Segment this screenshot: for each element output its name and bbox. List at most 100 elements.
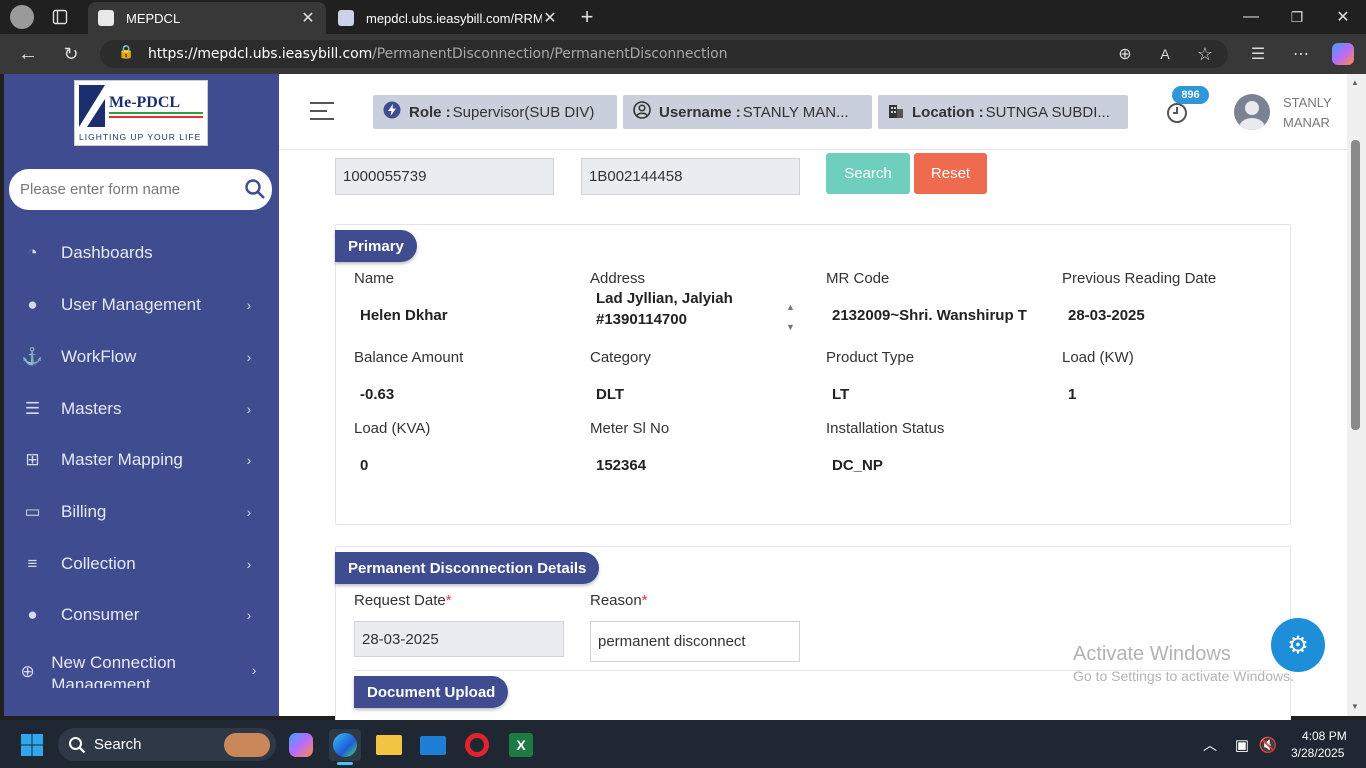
file-explorer-icon[interactable] — [373, 729, 405, 761]
favorite-star-icon[interactable]: ☆ — [1190, 39, 1220, 69]
reason-input[interactable]: permanent disconnect — [590, 621, 800, 662]
avatar[interactable] — [1234, 94, 1270, 130]
meter-number-field[interactable]: 1B002144458 — [581, 158, 800, 195]
sidebar-item-new-connection-management[interactable]: ⊕ New Connection Management › — [4, 652, 279, 688]
opera-icon[interactable] — [461, 729, 493, 761]
lock-icon[interactable]: 🔒 — [118, 45, 134, 60]
sidebar-item-masters[interactable]: ☰ Masters › — [4, 383, 279, 435]
chevron-right-icon: › — [246, 349, 252, 365]
tab-rrmaster[interactable]: mepdcl.ubs.ieasybill.com/RRMaste ✕ — [328, 2, 568, 34]
search-icon[interactable] — [245, 179, 265, 203]
settings-fab[interactable]: ⚙ — [1271, 618, 1325, 672]
tab-mepdcl[interactable]: MEPDCL ✕ — [88, 2, 326, 34]
address-value-line2: #1390114700 — [596, 311, 687, 328]
back-icon[interactable]: ← — [13, 39, 43, 69]
sidebar-item-master-mapping[interactable]: ⊞ Master Mapping › — [4, 434, 279, 486]
user-icon: ● — [27, 605, 38, 624]
location-label: Location : — [912, 103, 984, 121]
sidebar-item-collection[interactable]: ≡ Collection › — [4, 538, 279, 590]
request-date-label: Request Date* — [354, 592, 452, 609]
sidebar-item-consumer[interactable]: ● Consumer › — [4, 589, 279, 641]
clock-time[interactable]: 4:08 PM — [1302, 729, 1347, 743]
close-tab-icon[interactable]: ✕ — [542, 8, 558, 28]
load-kw-label: Load (KW) — [1062, 349, 1134, 366]
sitemap-icon: ⊞ — [25, 450, 40, 469]
read-aloud-icon[interactable]: A — [1150, 39, 1180, 69]
notification-clock-icon[interactable] — [1166, 102, 1188, 129]
zoom-icon[interactable]: ⊕ — [1110, 39, 1140, 69]
url-field[interactable]: 🔒 https://mepdcl.ubs.ieasybill.com/Perma… — [100, 40, 1228, 68]
close-tab-icon[interactable]: ✕ — [300, 8, 316, 28]
clock-date[interactable]: 3/28/2025 — [1291, 746, 1344, 760]
tab-actions-icon[interactable] — [45, 2, 75, 32]
minimize-icon[interactable]: — — [1236, 2, 1266, 32]
restore-icon[interactable]: ❐ — [1282, 2, 1312, 32]
favorites-icon[interactable]: ☰ — [1243, 39, 1273, 69]
consumer-number-field[interactable]: 1000055739 — [335, 158, 554, 195]
copilot-taskbar-icon[interactable] — [285, 729, 317, 761]
mepdcl-favicon-icon — [98, 10, 114, 26]
scrollbar-thumb[interactable] — [1351, 140, 1360, 430]
hamburger-menu-icon[interactable] — [310, 102, 334, 120]
load-kva-label: Load (KVA) — [354, 420, 431, 437]
taskbar-search-label: Search — [94, 736, 142, 753]
required-mark: * — [445, 592, 452, 609]
sidebar-item-user-management[interactable]: ● User Management › — [4, 279, 279, 331]
sidebar-item-billing[interactable]: ▭ Billing › — [4, 486, 279, 538]
excel-icon[interactable]: X — [505, 729, 537, 761]
notification-count-badge: 896 — [1172, 86, 1209, 104]
close-window-icon[interactable]: ✕ — [1328, 2, 1358, 32]
tab-title: mepdcl.ubs.ieasybill.com/RRMaste — [366, 10, 542, 26]
mail-icon[interactable] — [417, 729, 449, 761]
copilot-icon[interactable] — [1332, 43, 1354, 65]
refresh-icon[interactable]: ↻ — [56, 39, 86, 69]
reset-button[interactable]: Reset — [914, 153, 987, 194]
sidebar-item-label: Billing — [61, 502, 107, 521]
anchor-icon: ⚓ — [21, 347, 44, 366]
sidebar-item-workflow[interactable]: ⚓ WorkFlow › — [4, 331, 279, 383]
url-host: https://mepdcl.ubs.ieasybill.com — [148, 46, 373, 62]
scroll-down-icon[interactable]: ▼ — [1351, 702, 1359, 711]
chevron-up-icon[interactable]: ︿ — [1194, 729, 1226, 761]
balance-amount-value: -0.63 — [360, 386, 395, 403]
form-search-input[interactable]: Please enter form name — [9, 169, 272, 210]
more-options-icon[interactable]: ⋯ — [1286, 39, 1316, 69]
primary-section-title: Primary — [335, 230, 417, 262]
page-favicon-icon — [338, 10, 354, 26]
plus-circle-icon: ⊕ — [20, 662, 35, 681]
category-label: Category — [590, 349, 651, 366]
address-value-line1: Lad Jyllian, Jalyiah — [596, 292, 733, 307]
search-icon — [69, 736, 86, 753]
product-type-label: Product Type — [826, 349, 915, 366]
name-label: Name — [354, 270, 395, 287]
monitor-icon: ▭ — [24, 502, 41, 521]
search-placeholder: Please enter form name — [20, 181, 181, 198]
windows-start-icon[interactable] — [16, 729, 48, 761]
spinner-up-icon[interactable]: ▲ — [786, 302, 795, 312]
location-value: SUTNGA SUBDI... — [985, 103, 1110, 121]
reason-label-text: Reason — [590, 592, 642, 609]
location-badge: Location : SUTNGA SUBDI... — [878, 95, 1128, 129]
sidebar-item-label: Consumer — [61, 605, 140, 624]
category-value: DLT — [596, 386, 625, 403]
new-tab-icon[interactable]: + — [572, 2, 602, 32]
user-name-line1: STANLY — [1283, 95, 1332, 110]
request-date-field[interactable]: 28-03-2025 — [354, 621, 564, 657]
taskbar-search-box[interactable]: Search — [58, 728, 276, 761]
search-button[interactable]: Search — [826, 153, 910, 194]
volume-icon[interactable]: 🔇 — [1252, 729, 1284, 761]
previous-reading-date-value: 28-03-2025 — [1068, 307, 1145, 324]
sidebar-item-label: Dashboards — [61, 243, 153, 262]
product-type-value: LT — [832, 386, 850, 403]
profile-avatar-icon[interactable] — [10, 5, 34, 29]
chevron-right-icon: › — [246, 297, 252, 313]
role-badge: Role : Supervisor(SUB DIV) — [373, 95, 617, 129]
address-textarea[interactable]: Lad Jyllian, Jalyiah #1390114700 ▲ ▼ — [590, 292, 802, 336]
chevron-right-icon: › — [246, 452, 252, 468]
spinner-down-icon[interactable]: ▼ — [786, 322, 795, 332]
sidebar-item-dashboards[interactable]: ◔ Dashboards — [4, 227, 279, 279]
mepdcl-logo[interactable]: Me-PDCL LIGHTING UP YOUR LIFE — [74, 80, 208, 146]
user-icon: ● — [27, 295, 38, 314]
scroll-up-icon[interactable]: ▲ — [1351, 78, 1359, 87]
edge-browser-icon[interactable] — [329, 729, 361, 761]
